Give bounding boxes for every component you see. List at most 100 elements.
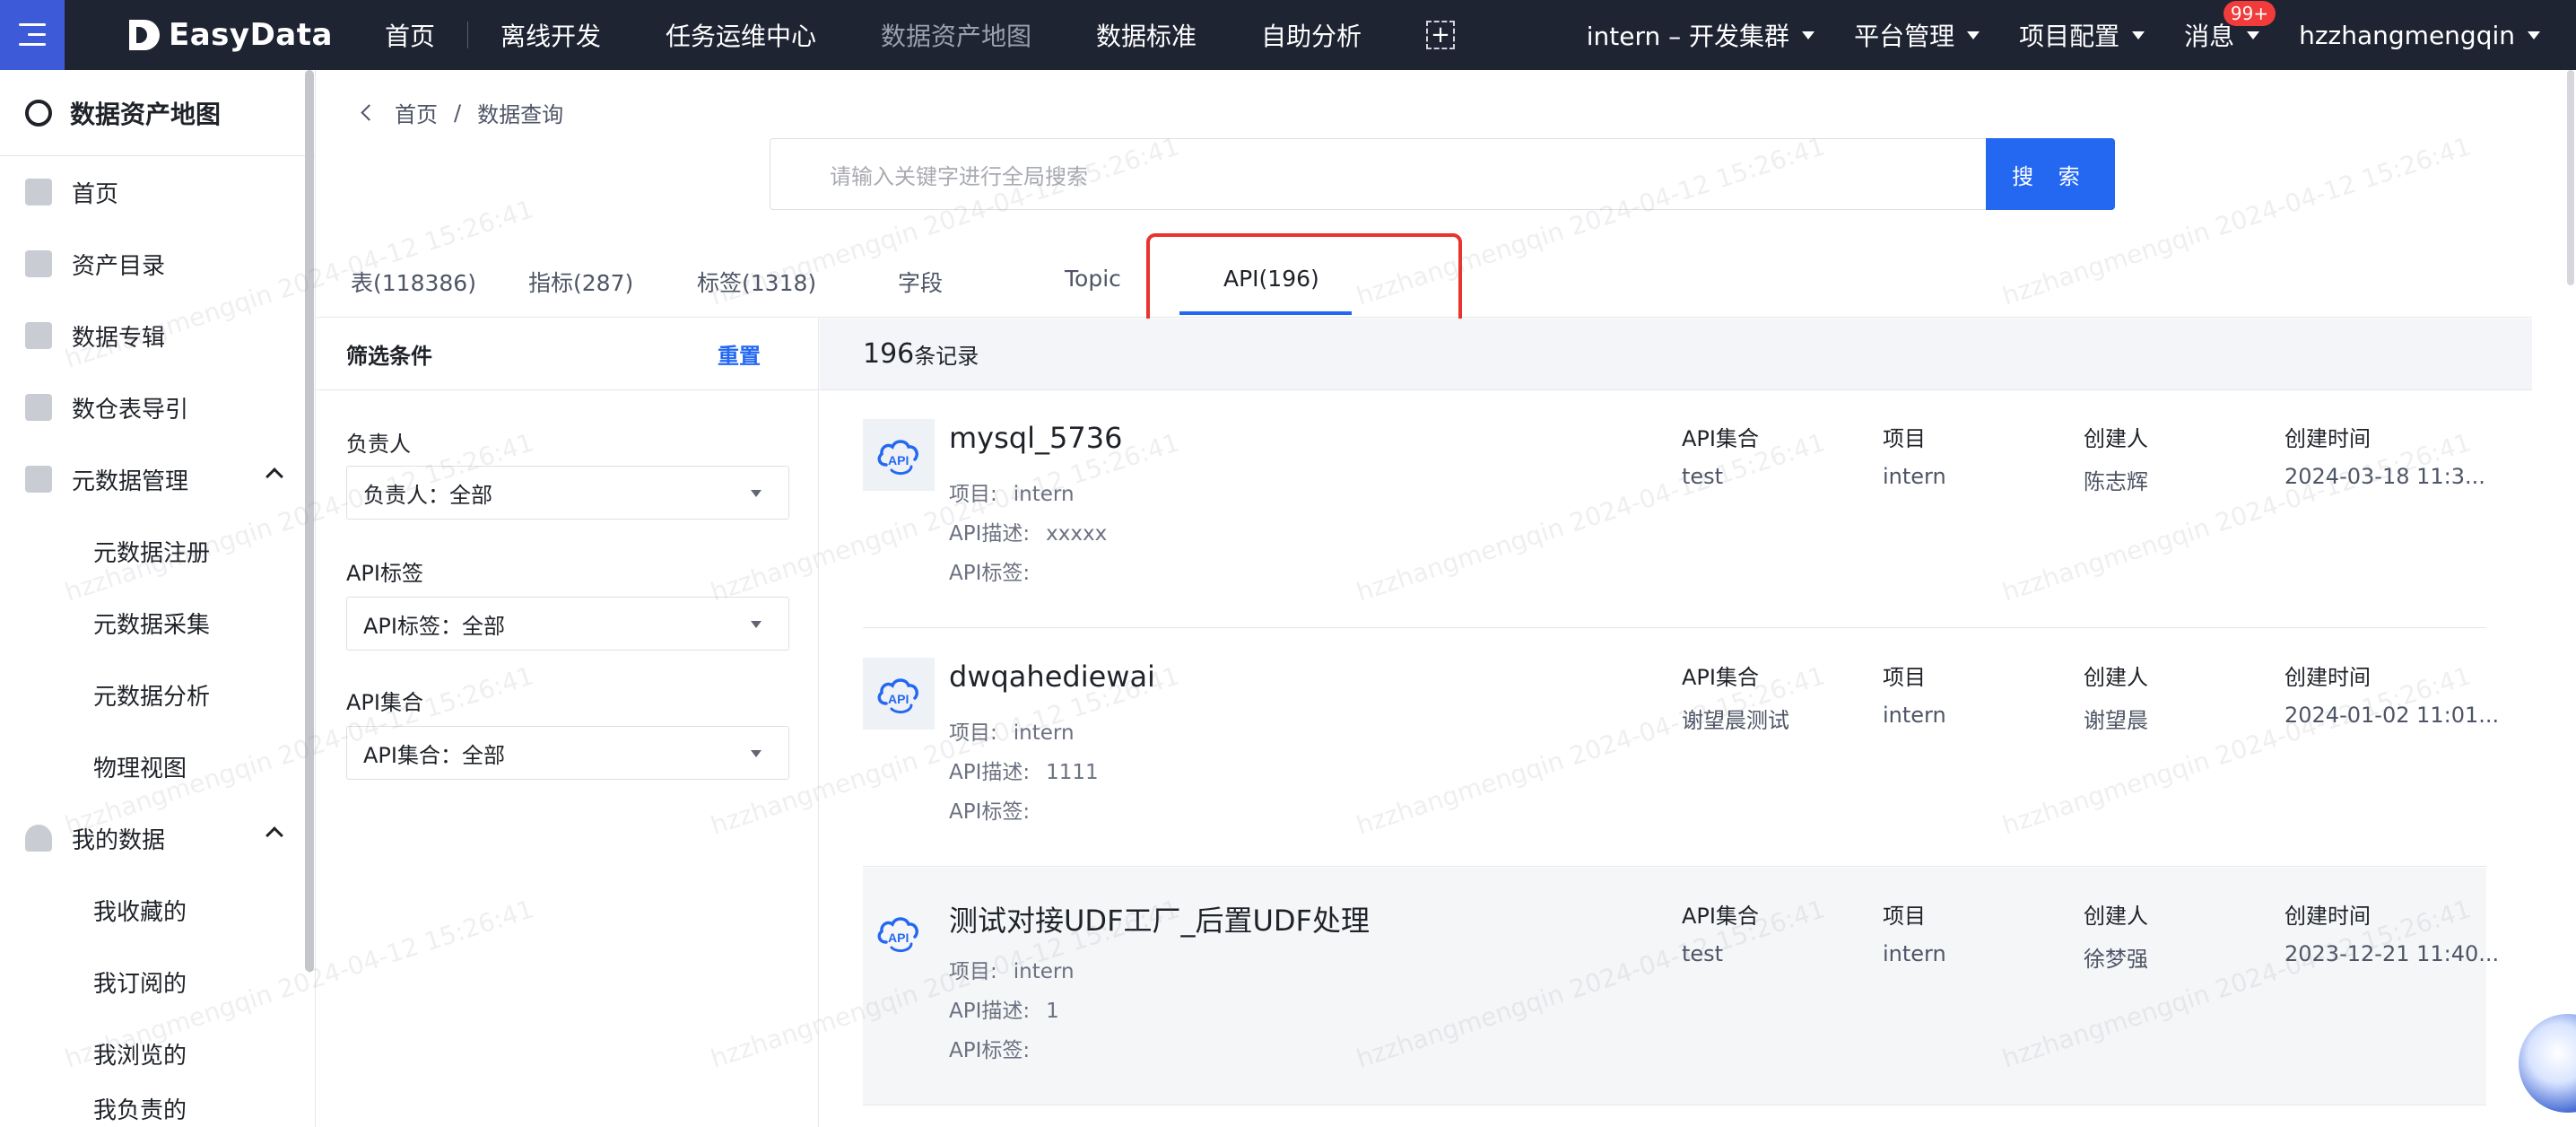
nav-data-standard[interactable]: 数据标准 <box>1064 17 1229 53</box>
sidebar-item-physical-view[interactable]: 物理视图 <box>0 730 315 802</box>
api-collection-filter-value: API集合：全部 <box>363 742 505 768</box>
api-tag-filter-label: API标签 <box>346 561 423 586</box>
add-shortcut-icon[interactable]: + <box>1426 21 1456 49</box>
api-tags-row: API标签: <box>949 555 1046 586</box>
api-name[interactable]: mysql_5736 <box>949 421 1122 455</box>
user-menu[interactable]: hzzhangmengqin <box>2279 21 2576 50</box>
api-project-value: intern <box>1883 464 1946 489</box>
meta-value: xxxxx <box>1046 522 1108 546</box>
api-name[interactable]: 测试对接UDF工厂_后置UDF处理 <box>949 898 1370 939</box>
results-count: 196 <box>863 338 915 370</box>
search-button[interactable]: 搜 索 <box>1986 138 2115 210</box>
sidebar-item-my-subscriptions[interactable]: 我订阅的 <box>0 946 315 1018</box>
page-scrollbar[interactable] <box>2567 70 2574 285</box>
sidebar-item-label: 元数据采集 <box>93 611 211 639</box>
platform-menu[interactable]: 平台管理 <box>1834 17 1999 53</box>
menu-toggle-button[interactable] <box>0 0 65 70</box>
api-desc-row: API描述: xxxxx <box>949 516 1107 546</box>
api-desc-row: API描述: 1 <box>949 993 1059 1024</box>
logo-icon <box>129 20 160 50</box>
sidebar-item-metadata-register[interactable]: 元数据注册 <box>0 515 315 587</box>
api-desc-row: API描述: 1111 <box>949 755 1099 785</box>
api-created-time-value: 2023-12-21 11:40... <box>2284 941 2500 966</box>
project-menu[interactable]: 项目配置 <box>1999 17 2164 53</box>
nav-self-analysis[interactable]: 自助分析 <box>1229 17 1394 53</box>
api-tags-row: API标签: <box>949 1033 1046 1063</box>
meta-value: intern <box>1013 960 1075 983</box>
sidebar-item-catalog[interactable]: 资产目录 <box>0 228 315 300</box>
project-label: 项目配置 <box>2019 22 2120 51</box>
sidebar: 数据资产地图 首页 资产目录 数据专辑 数仓表导引 元数据管理 元数据注册 元数… <box>0 70 316 1127</box>
owner-filter-label: 负责人 <box>346 432 411 457</box>
col-header-collection: API集合 <box>1682 665 1759 690</box>
tab-topic[interactable]: Topic <box>1065 266 1121 292</box>
sidebar-item-my-favorites[interactable]: 我收藏的 <box>0 874 315 946</box>
sidebar-item-metadata-collect[interactable]: 元数据采集 <box>0 587 315 659</box>
nav-data-asset-map[interactable]: 数据资产地图 <box>849 17 1064 53</box>
api-project-row: 项目: intern <box>949 954 1075 984</box>
logo-text: EasyData <box>169 17 333 53</box>
api-result-card[interactable]: API 测试对接UDF工厂_后置UDF处理 项目: intern API描述: 1 … <box>863 868 2499 1105</box>
api-result-card[interactable]: API mysql_5736 项目: intern API描述: xxxxx API… <box>863 390 2486 628</box>
sidebar-item-label: 元数据管理 <box>72 467 189 495</box>
api-name[interactable]: dwqahediewai <box>949 660 1155 694</box>
filter-header: 筛选条件 重置 <box>317 319 818 390</box>
api-cloud-icon: API <box>863 419 935 491</box>
sidebar-item-label: 首页 <box>72 180 119 208</box>
cluster-select[interactable]: intern – 开发集群 <box>1567 17 1834 53</box>
chevron-down-icon <box>751 490 761 497</box>
message-count-badge: 99+ <box>2223 1 2276 26</box>
owner-filter-select[interactable]: 负责人：全部 <box>346 466 789 520</box>
api-creator-value: 徐梦强 <box>2084 947 2148 972</box>
breadcrumb-home[interactable]: 首页 <box>395 97 438 128</box>
user-icon <box>25 825 52 852</box>
sidebar-item-my-browsed[interactable]: 我浏览的 <box>0 1018 315 1089</box>
api-project-value: intern <box>1883 703 1946 728</box>
sidebar-item-my-data[interactable]: 我的数据 <box>0 802 315 874</box>
nav-home[interactable]: 首页 <box>360 17 467 53</box>
sidebar-item-my-owned[interactable]: 我负责的 <box>0 1089 315 1125</box>
sidebar-item-albums[interactable]: 数据专辑 <box>0 300 315 371</box>
sidebar-item-warehouse-guide[interactable]: 数仓表导引 <box>0 371 315 443</box>
search-input[interactable]: 请输入关键字进行全局搜索 <box>770 138 1987 210</box>
grid-icon <box>25 466 52 493</box>
sidebar-item-label: 数仓表导引 <box>72 396 189 424</box>
sidebar-item-label: 资产目录 <box>72 252 166 280</box>
col-header-collection: API集合 <box>1682 426 1759 451</box>
breadcrumb-current: 数据查询 <box>477 102 564 127</box>
col-header-collection: API集合 <box>1682 904 1759 929</box>
tab-fields[interactable]: 字段 <box>898 266 943 298</box>
tab-tables[interactable]: 表(118386) <box>351 266 476 298</box>
sidebar-scrollbar[interactable] <box>305 70 314 972</box>
logo[interactable]: EasyData <box>129 17 333 53</box>
api-cloud-icon: API <box>863 658 935 729</box>
results-unit: 条记录 <box>914 344 979 369</box>
reset-button[interactable]: 重置 <box>718 338 761 370</box>
album-icon <box>25 322 52 349</box>
svg-text:API: API <box>888 930 909 945</box>
tab-metrics[interactable]: 指标(287) <box>528 266 633 298</box>
sidebar-item-metadata-mgmt[interactable]: 元数据管理 <box>0 443 315 515</box>
tab-tags[interactable]: 标签(1318) <box>697 266 816 298</box>
sidebar-item-home[interactable]: 首页 <box>0 156 315 228</box>
api-tag-filter-select[interactable]: API标签：全部 <box>346 597 789 651</box>
filter-panel: 筛选条件 重置 负责人 负责人：全部 API标签 API标签：全部 API集合 … <box>317 319 819 1127</box>
messages-menu[interactable]: 消息 99+ <box>2164 1 2279 53</box>
nav-task-ops[interactable]: 任务运维中心 <box>633 17 849 53</box>
back-icon[interactable] <box>361 104 378 121</box>
chevron-down-icon <box>2132 31 2145 39</box>
api-collection-filter-select[interactable]: API集合：全部 <box>346 726 789 780</box>
owner-filter-value: 负责人：全部 <box>363 482 492 508</box>
col-header-project: 项目 <box>1883 665 1926 690</box>
chevron-down-icon <box>1802 31 1815 39</box>
platform-label: 平台管理 <box>1854 22 1955 51</box>
nav-offline-dev[interactable]: 离线开发 <box>468 17 633 53</box>
api-project-row: 项目: intern <box>949 476 1075 507</box>
sidebar-item-label: 我负责的 <box>93 1097 187 1124</box>
meta-value: 1 <box>1046 1000 1059 1023</box>
main-content: 首页 / 数据查询 请输入关键字进行全局搜索 搜 索 表(118386) 指标(… <box>317 70 2576 1127</box>
sidebar-item-metadata-analysis[interactable]: 元数据分析 <box>0 659 315 730</box>
home-icon <box>25 179 52 205</box>
api-result-card[interactable]: API dwqahediewai 项目: intern API描述: 1111 AP… <box>863 629 2499 867</box>
api-creator-value: 谢望晨 <box>2084 708 2148 733</box>
